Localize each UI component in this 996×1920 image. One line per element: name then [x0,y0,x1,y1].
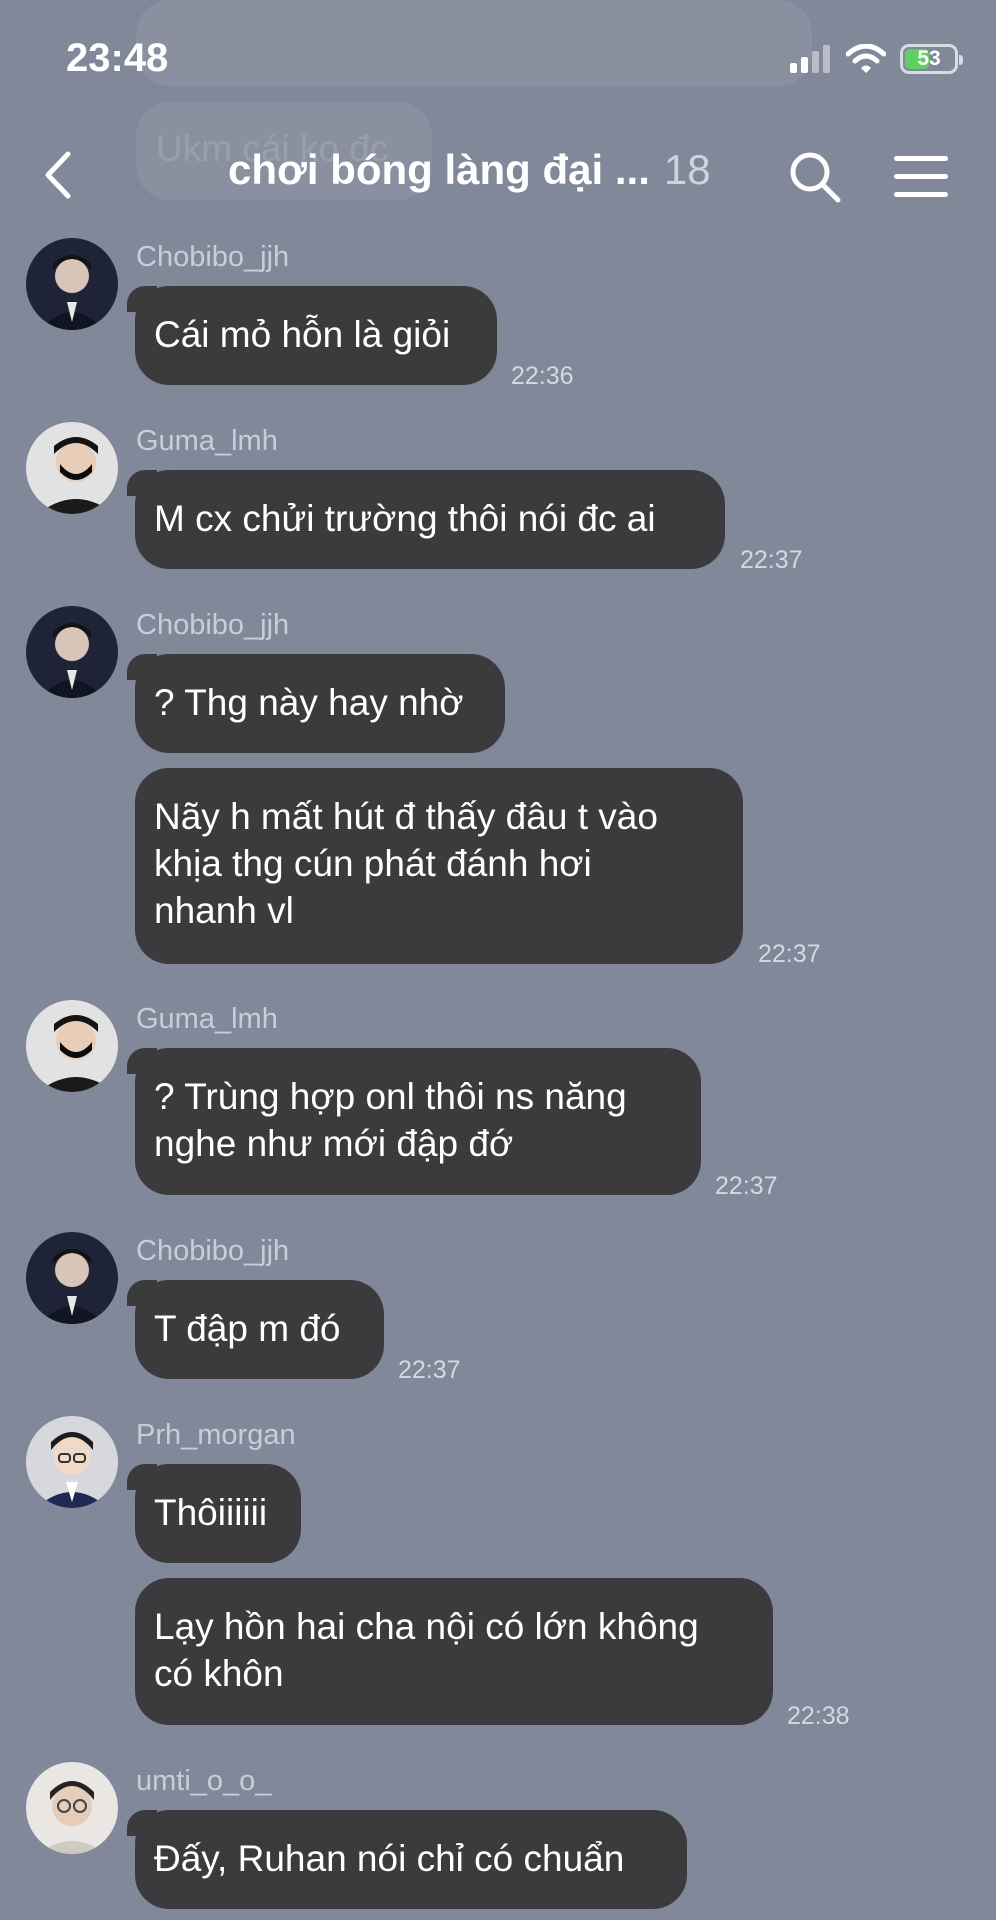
message-line: ? Trùng hợp onl thôi ns năng [154,1076,627,1117]
message-bubble[interactable]: Cái mỏ hỗn là giỏi [127,286,497,385]
message-bubble[interactable]: Đấy, Ruhan nói chỉ có chuẩn [127,1810,687,1909]
message-bubble[interactable]: T đập m đó [127,1280,384,1379]
chat-header: chơi bóng làng đại ... 18 [0,130,996,220]
message-timestamp: 22:37 [715,1172,778,1200]
message-bubble[interactable]: ? Trùng hợp onl thôi ns năng nghe như mớ… [127,1048,701,1195]
sender-name: Chobibo_jjh [136,241,290,273]
background-image-ghost [136,0,812,86]
message-timestamp: 22:37 [740,546,803,574]
avatar-photo [26,238,118,330]
message-timestamp: 22:36 [511,362,574,390]
search-button[interactable] [788,150,842,204]
avatar-photo [26,1762,118,1854]
message-line: nghe như mới đập đớ [154,1123,514,1164]
avatar-photo [26,1232,118,1324]
avatar-guma[interactable] [26,422,118,514]
sender-name: Guma_lmh [136,1003,278,1035]
message-timestamp: 22:37 [398,1356,461,1384]
message-line: nhanh vl [154,890,294,931]
avatar-chobibo[interactable] [26,238,118,330]
avatar-photo [26,422,118,514]
back-chevron-icon [45,151,71,199]
message-line: Nãy h mất hút đ thấy đâu t vào [154,796,658,837]
message-text: Cái mỏ hỗn là giỏi [154,314,451,355]
status-time: 23:48 [66,36,169,80]
message-bubble[interactable]: Lạy hồn hai cha nội có lớn không có khôn [135,1578,773,1725]
sender-name: Chobibo_jjh [136,1235,290,1267]
message-bubble[interactable]: Nãy h mất hút đ thấy đâu t vào khịa thg … [135,768,743,964]
message-text: M cx chửi trường thôi nói đc ai [154,498,656,539]
chat-title-text: chơi bóng làng đại ... [228,146,650,193]
sender-name: Chobibo_jjh [136,609,290,641]
message-line: khịa thg cún phát đánh hơi [154,843,592,884]
signal-icon [790,45,830,73]
hamburger-menu-icon [894,156,948,197]
avatar-photo [26,1416,118,1508]
avatar-photo [26,606,118,698]
message-text: Thôiiiiii [154,1492,268,1533]
message-text: ? Thg này hay nhờ [154,682,464,723]
sender-name: Prh_morgan [136,1419,296,1451]
message-bubble[interactable]: ? Thg này hay nhờ [127,654,505,753]
battery-icon: 53 [900,44,963,74]
status-indicators: 53 [790,44,963,74]
avatar-chobibo[interactable] [26,1232,118,1324]
avatar-chobibo[interactable] [26,606,118,698]
avatar-guma[interactable] [26,1000,118,1092]
message-text: Đấy, Ruhan nói chỉ có chuẩn [154,1838,625,1879]
message-line: Lạy hồn hai cha nội có lớn không [154,1606,699,1647]
member-count: 18 [663,146,711,193]
menu-button[interactable] [892,152,950,202]
sender-name: Guma_lmh [136,425,278,457]
chat-title[interactable]: chơi bóng làng đại ... 18 [228,146,711,194]
wifi-icon [846,44,886,73]
avatar-prh-morgan[interactable] [26,1416,118,1508]
battery-level: 53 [917,47,941,70]
back-button[interactable] [36,150,86,200]
message-bubble[interactable]: Thôiiiiii [127,1464,301,1563]
search-icon [790,152,841,203]
avatar-photo [26,1000,118,1092]
message-line: có khôn [154,1653,284,1694]
message-bubble[interactable]: M cx chửi trường thôi nói đc ai [127,470,725,569]
message-text: T đập m đó [154,1308,341,1349]
message-timestamp: 22:38 [787,1702,850,1730]
message-timestamp: 22:37 [758,940,821,968]
sender-name: umti_o_o_ [136,1765,272,1797]
battery-cap [959,55,963,65]
avatar-umti[interactable] [26,1762,118,1854]
